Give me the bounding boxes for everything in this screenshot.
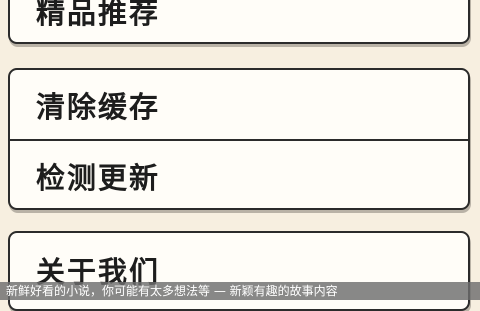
featured-label: 精品推荐 (36, 0, 161, 30)
menu-item-featured[interactable]: 精品推荐 (10, 0, 468, 42)
menu-item-clear-cache[interactable]: 清除缓存 (10, 70, 468, 139)
featured-card: 精品推荐 (8, 0, 470, 44)
clear-cache-label: 清除缓存 (36, 89, 161, 124)
menu-item-check-update[interactable]: 检测更新 (10, 141, 468, 208)
toast-banner: 新鲜好看的小说，你可能有太多想法等 — 新颖有趣的故事内容 (0, 282, 480, 300)
settings-card: 清除缓存 检测更新 (8, 68, 470, 210)
toast-text: 新鲜好看的小说，你可能有太多想法等 — 新颖有趣的故事内容 (6, 284, 338, 298)
check-update-label: 检测更新 (36, 160, 161, 195)
